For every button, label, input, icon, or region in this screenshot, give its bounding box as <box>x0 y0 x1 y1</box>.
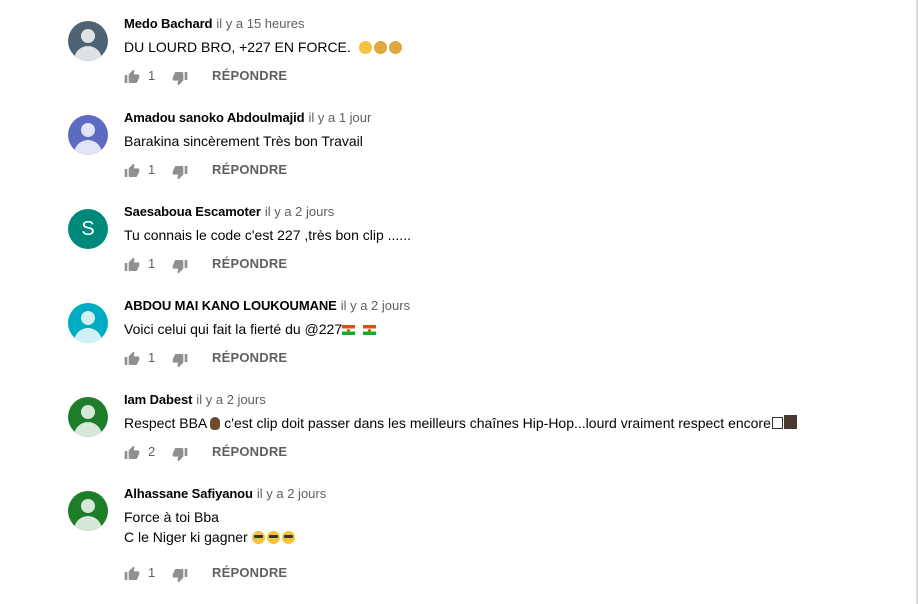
like-count: 1 <box>148 256 156 271</box>
avatar-body-shape <box>74 516 102 531</box>
reply-button[interactable]: RÉPONDRE <box>212 162 287 177</box>
sunglasses-emoji-icon <box>251 531 265 544</box>
reply-button[interactable]: RÉPONDRE <box>212 256 287 271</box>
comment-time[interactable]: il y a 2 jours <box>265 204 334 219</box>
comment-text-line: c'est clip doit passer dans les meilleur… <box>224 415 771 431</box>
fist-emoji-icon <box>358 41 372 54</box>
avatar-head-shape <box>81 499 95 513</box>
avatar-head-shape <box>81 29 95 43</box>
like-count: 1 <box>148 162 156 177</box>
comment-header: Saesaboua Escamoter il y a 2 jours <box>124 203 334 221</box>
comment-actions: 2 RÉPONDRE <box>124 443 524 467</box>
avatar-head-shape <box>81 405 95 419</box>
thumbs-up-icon[interactable] <box>124 163 140 179</box>
comment-text-line: C le Niger ki gagner <box>124 529 248 545</box>
sunglasses-emoji-icon <box>266 531 280 544</box>
comment-text: Respect BBA c'est clip doit passer dans … <box>124 413 797 433</box>
comment-author[interactable]: Iam Dabest <box>124 392 192 407</box>
missing-glyph-icon <box>771 417 783 429</box>
comment-header: Alhassane Safiyanou il y a 2 jours <box>124 485 326 503</box>
comment-actions: 1 RÉPONDRE <box>124 349 524 373</box>
like-count: 2 <box>148 444 156 459</box>
comment-author[interactable]: ABDOU MAI KANO LOUKOUMANE <box>124 298 337 313</box>
avatar-initial: S <box>81 218 95 240</box>
thumbs-down-icon[interactable] <box>172 352 188 368</box>
comment-header: Medo Bachard il y a 15 heures <box>124 15 305 33</box>
comment-actions: 1 RÉPONDRE <box>124 564 524 588</box>
comment-item: Iam Dabest il y a 2 jours Respect BBA c'e… <box>0 392 900 492</box>
avatar-body-shape <box>74 140 102 155</box>
comment-text: Voici celui qui fait la fierté du @227 <box>124 319 384 339</box>
avatar[interactable] <box>68 491 108 531</box>
niger-flag-emoji-icon <box>363 325 377 335</box>
comment-author[interactable]: Alhassane Safiyanou <box>124 486 253 501</box>
comment-text-line: DU LOURD BRO, +227 EN FORCE. <box>124 39 351 55</box>
comment-text-line: Force à toi Bba <box>124 509 219 525</box>
comment-actions: 1 RÉPONDRE <box>124 161 524 185</box>
avatar[interactable] <box>68 21 108 61</box>
thumbs-down-icon[interactable] <box>172 567 188 583</box>
comment-text: DU LOURD BRO, +227 EN FORCE. <box>124 37 404 57</box>
comment-time[interactable]: il y a 1 jour <box>308 110 371 125</box>
thumbs-up-icon[interactable] <box>124 69 140 85</box>
comment-text-line: Voici celui qui fait la fierté du @227 <box>124 321 343 337</box>
thumbs-down-icon[interactable] <box>172 446 188 462</box>
comment-item: Amadou sanoko Abdoulmajid il y a 1 jour B… <box>0 110 900 210</box>
comment-time[interactable]: il y a 2 jours <box>257 486 326 501</box>
comment-text: Force à toi Bba C le Niger ki gagner <box>124 507 297 547</box>
comment-text-line: Respect BBA <box>124 415 207 431</box>
thumbs-up-icon[interactable] <box>124 566 140 582</box>
avatar[interactable] <box>68 115 108 155</box>
thumbs-down-icon[interactable] <box>172 258 188 274</box>
reply-button[interactable]: RÉPONDRE <box>212 350 287 365</box>
comment-text-line-wrap: C le Niger ki gagner <box>124 527 297 547</box>
like-count: 1 <box>148 350 156 365</box>
avatar-head-shape <box>81 311 95 325</box>
comment-text-line: Barakina sincèrement Très bon Travail <box>124 133 363 149</box>
reply-button[interactable]: RÉPONDRE <box>212 68 287 83</box>
thumbs-up-icon[interactable] <box>124 351 140 367</box>
reply-button[interactable]: RÉPONDRE <box>212 444 287 459</box>
like-count: 1 <box>148 68 156 83</box>
avatar[interactable] <box>68 303 108 343</box>
comment-item: ABDOU MAI KANO LOUKOUMANE il y a 2 jours … <box>0 298 900 398</box>
comment-text: Barakina sincèrement Très bon Travail <box>124 131 363 151</box>
avatar[interactable]: S <box>68 209 108 249</box>
praying-hands-emoji-icon <box>388 41 402 54</box>
comment-author[interactable]: Amadou sanoko Abdoulmajid <box>124 110 305 125</box>
thumbs-up-icon[interactable] <box>124 257 140 273</box>
comment-item: Medo Bachard il y a 15 heures DU LOURD BR… <box>0 16 900 116</box>
comment-actions: 1 RÉPONDRE <box>124 67 524 91</box>
comment-time[interactable]: il y a 2 jours <box>341 298 410 313</box>
praying-hands-emoji-icon <box>373 41 387 54</box>
comment-header: ABDOU MAI KANO LOUKOUMANE il y a 2 jours <box>124 297 410 315</box>
comment-actions: 1 RÉPONDRE <box>124 255 524 279</box>
avatar-body-shape <box>74 46 102 61</box>
comment-text: Tu connais le code c'est 227 ,très bon c… <box>124 225 411 245</box>
ok-hand-emoji-icon <box>210 417 221 430</box>
comment-text-line: Tu connais le code c'est 227 ,très bon c… <box>124 227 411 243</box>
comment-time[interactable]: il y a 2 jours <box>196 392 265 407</box>
comment-header: Iam Dabest il y a 2 jours <box>124 391 266 409</box>
avatar[interactable] <box>68 397 108 437</box>
sunglasses-emoji-icon <box>281 531 295 544</box>
avatar-body-shape <box>74 422 102 437</box>
thumbs-down-icon[interactable] <box>172 164 188 180</box>
comment-header: Amadou sanoko Abdoulmajid il y a 1 jour <box>124 109 371 127</box>
like-count: 1 <box>148 565 156 580</box>
avatar-body-shape <box>74 328 102 343</box>
niger-flag-emoji-icon <box>342 325 356 335</box>
comment-author[interactable]: Medo Bachard <box>124 16 212 31</box>
avatar-head-shape <box>81 123 95 137</box>
comment-author[interactable]: Saesaboua Escamoter <box>124 204 261 219</box>
comment-item: Alhassane Safiyanou il y a 2 jours Force … <box>0 486 900 604</box>
thumbs-up-icon[interactable] <box>124 445 140 461</box>
reply-button[interactable]: RÉPONDRE <box>212 565 287 580</box>
missing-glyph-icon <box>783 415 797 429</box>
comment-time[interactable]: il y a 15 heures <box>216 16 304 31</box>
comment-item: S Saesaboua Escamoter il y a 2 jours Tu c… <box>0 204 900 304</box>
thumbs-down-icon[interactable] <box>172 70 188 86</box>
